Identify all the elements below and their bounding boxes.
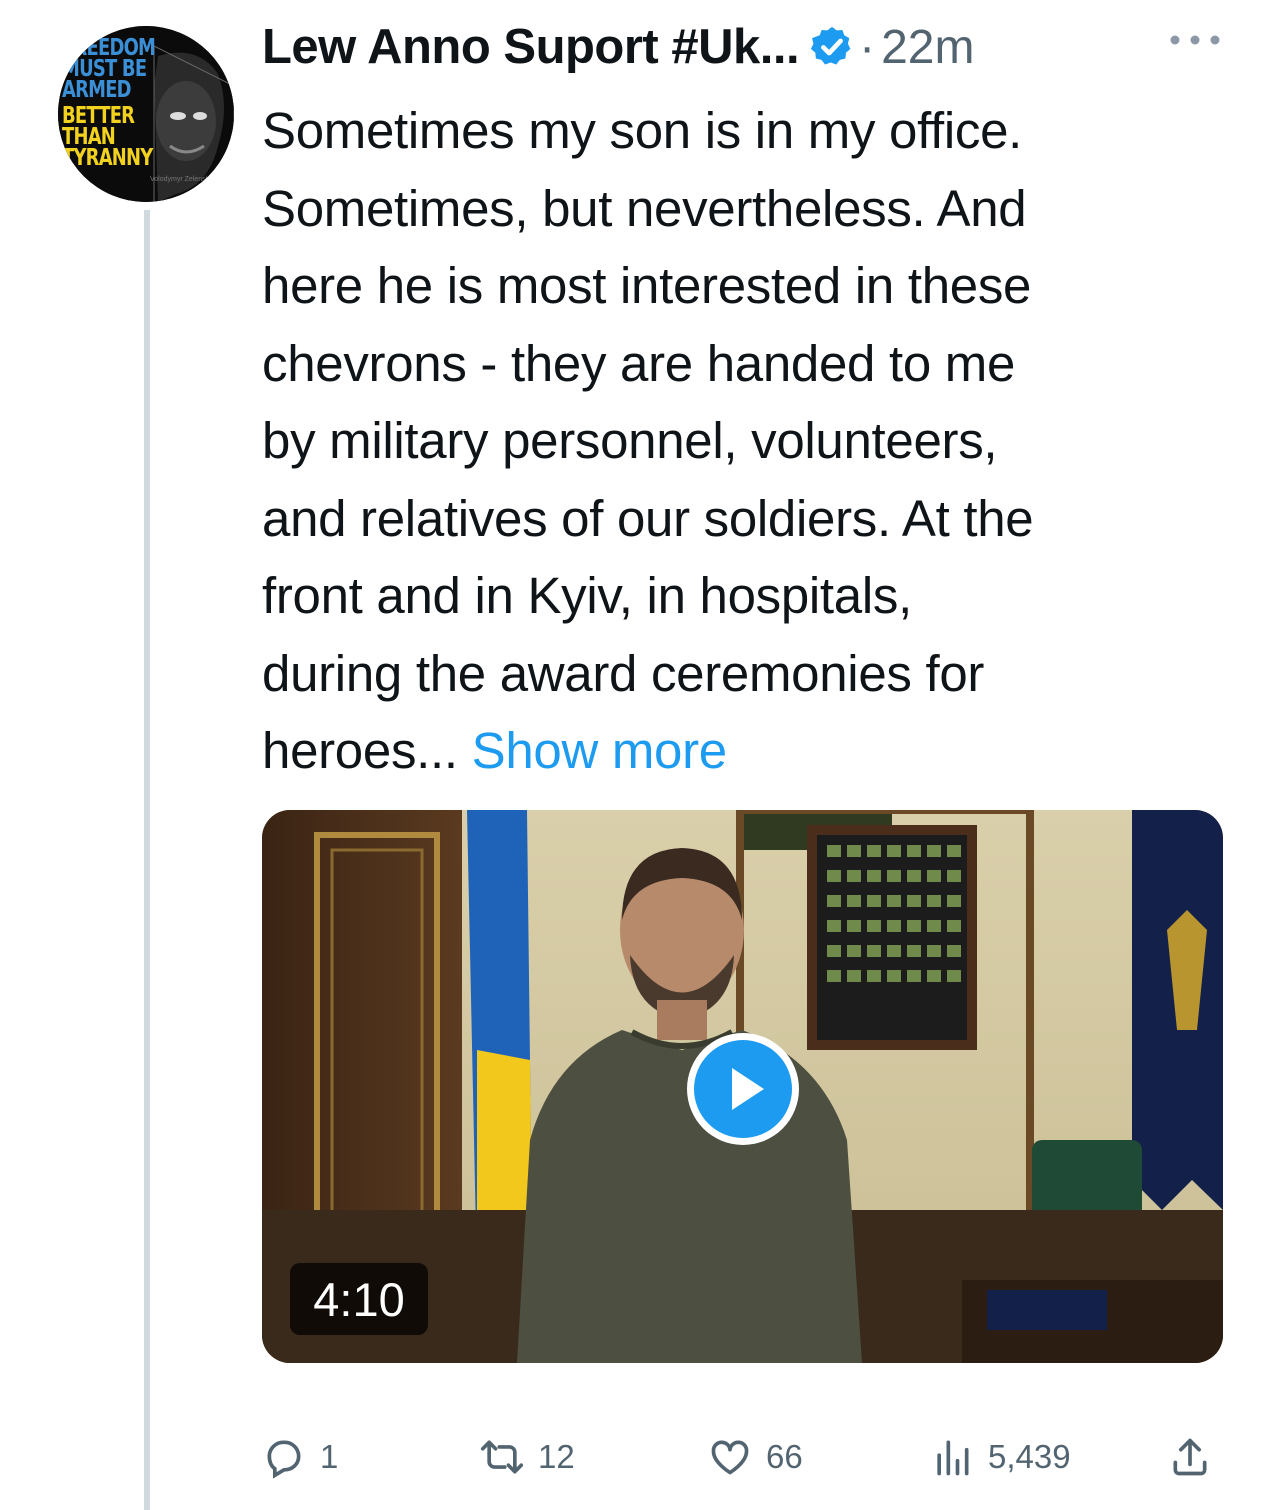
- tweet-text-line: during the award ceremonies for: [262, 644, 985, 702]
- reply-icon: [267, 1440, 301, 1479]
- view-count: 5,439: [988, 1438, 1071, 1475]
- share-icon: [1173, 1438, 1207, 1476]
- timestamp[interactable]: 22m: [881, 20, 974, 75]
- video-duration: 4:10: [290, 1263, 428, 1335]
- reply-count: 1: [320, 1438, 339, 1475]
- tweet-text: Sometimes my son is in my office. Someti…: [262, 92, 1222, 790]
- share-button[interactable]: [1168, 1425, 1226, 1489]
- tweet-text-line: chevrons - they are handed to me: [262, 334, 1016, 392]
- like-count: 66: [766, 1438, 803, 1475]
- reply-button[interactable]: 1: [262, 1425, 338, 1489]
- header-separator: ·: [859, 20, 876, 74]
- retweet-button[interactable]: 12: [480, 1425, 575, 1489]
- avatar-caption: Volodymyr Zelensky: [150, 176, 213, 183]
- tweet-text-line: Sometimes my son is in my office.: [262, 102, 1023, 159]
- more-icon[interactable]: [1168, 30, 1222, 50]
- tweet-text-line: here he is most interested in these: [262, 257, 1032, 314]
- like-button[interactable]: 66: [708, 1425, 803, 1489]
- tweet-text-line: front and in Kyiv, in hospitals,: [262, 567, 912, 624]
- thread-line: [144, 210, 150, 1510]
- tweet-text-line: by military personnel, volunteers,: [262, 412, 998, 469]
- views-button[interactable]: 5,439: [930, 1425, 1071, 1489]
- tweet-header: Lew Anno Suport #Uk... · 22m: [262, 12, 974, 82]
- show-more-link[interactable]: Show more: [472, 722, 728, 779]
- play-icon[interactable]: [684, 1030, 802, 1148]
- retweet-count: 12: [538, 1438, 575, 1475]
- tweet-text-line: Sometimes, but nevertheless. And: [262, 179, 1027, 237]
- avatar[interactable]: FREEDOM MUST BE ARMED BETTER THAN TYRANN…: [58, 26, 234, 202]
- avatar-text: ARMED: [62, 77, 132, 103]
- views-icon: [937, 1440, 969, 1476]
- display-name[interactable]: Lew Anno Suport #Uk...: [262, 19, 800, 75]
- retweet-icon: [480, 1440, 524, 1474]
- like-icon: [711, 1440, 749, 1475]
- tweet-text-line-last: heroes... Show more: [262, 712, 1222, 790]
- tweet-text-line: and relatives of our soldiers. At the: [262, 489, 1034, 547]
- tweet-text-fragment: heroes...: [262, 722, 458, 779]
- verified-badge-icon: [811, 26, 851, 65]
- avatar-text: TYRANNY: [62, 145, 153, 171]
